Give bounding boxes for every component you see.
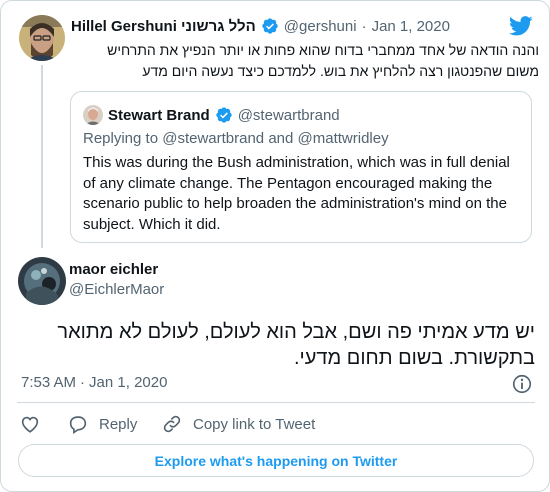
author-name[interactable]: Hillel Gershuni הלל גרשוני — [71, 18, 256, 35]
quoted-author-name: Stewart Brand — [108, 106, 210, 124]
replying-to-text: Replying to @stewartbrand and @mattwridl… — [83, 130, 389, 147]
reply-author-name[interactable]: maor eichler — [69, 261, 158, 278]
reply-date[interactable]: Jan 1, 2020 — [89, 374, 167, 391]
reply-label: Reply — [99, 415, 138, 433]
reply-text-line: בתקשורת. בשום תחום מדעי. — [294, 347, 535, 369]
reply-text-line: יש מדע אמיתי פה ושם, אבל הוא לעולם, לעול… — [57, 321, 535, 343]
twitter-bird-icon[interactable] — [508, 16, 533, 36]
tweet-embed-card: Hillel Gershuni הלל גרשוני @gershuni · J… — [0, 0, 550, 492]
tweet-text: והנה הודאה של אחד ממחברי בדוח שהוא פחות … — [71, 40, 539, 82]
timestamp-separator: · — [80, 374, 86, 391]
link-icon — [163, 415, 181, 433]
divider — [17, 402, 535, 403]
verified-badge-icon — [261, 17, 279, 35]
reply-bubble-icon — [69, 416, 87, 434]
author-avatar[interactable] — [19, 15, 65, 61]
quoted-text-line: subject. Which it did. — [83, 215, 221, 233]
tweet-header: Hillel Gershuni הלל גרשוני @gershuni · J… — [71, 15, 450, 37]
reply-author-handle[interactable]: @EichlerMaor — [69, 281, 164, 298]
tweet-text-line: משום שהפנטגון רצה להלחיץ את בוש. ללמדכם … — [142, 63, 539, 79]
verified-badge-icon — [215, 106, 233, 124]
tweet-date[interactable]: Jan 1, 2020 — [372, 18, 450, 35]
author-handle[interactable]: @gershuni — [284, 18, 357, 35]
reply-author-avatar[interactable] — [18, 257, 66, 305]
date-separator: · — [361, 17, 367, 35]
copy-link-label: Copy link to Tweet — [193, 415, 316, 433]
copy-link-button[interactable]: Copy link to Tweet — [161, 412, 315, 436]
reply-time[interactable]: 7:53 AM — [21, 374, 76, 391]
reply-timestamp[interactable]: 7:53 AM · Jan 1, 2020 — [21, 374, 167, 391]
explore-twitter-button[interactable]: Explore what's happening on Twitter — [18, 444, 534, 477]
quoted-text-line: scenario public to help broaden the admi… — [83, 195, 507, 212]
like-button[interactable] — [19, 412, 41, 436]
info-icon[interactable] — [511, 373, 533, 395]
quoted-tweet-text: This was during the Bush administration,… — [83, 153, 521, 235]
quoted-tweet[interactable]: Stewart Brand @stewartbrand Replying to … — [70, 91, 532, 243]
reply-text: יש מדע אמיתי פה ושם, אבל הוא לעולם, לעול… — [21, 319, 535, 371]
quoted-author-avatar — [83, 105, 103, 125]
thread-connector-line — [41, 65, 43, 248]
heart-icon — [21, 416, 39, 433]
quoted-text-line: This was during the Bush administration,… — [83, 154, 510, 171]
reply-button[interactable]: Reply — [67, 412, 137, 436]
quoted-text-line: of any climate change. The Pentagon enco… — [83, 174, 493, 192]
quoted-tweet-header: Stewart Brand @stewartbrand — [83, 104, 340, 126]
tweet-text-line: והנה הודאה של אחד ממחברי בדוח שהוא פחות … — [107, 42, 539, 58]
quoted-author-handle: @stewartbrand — [237, 106, 340, 124]
